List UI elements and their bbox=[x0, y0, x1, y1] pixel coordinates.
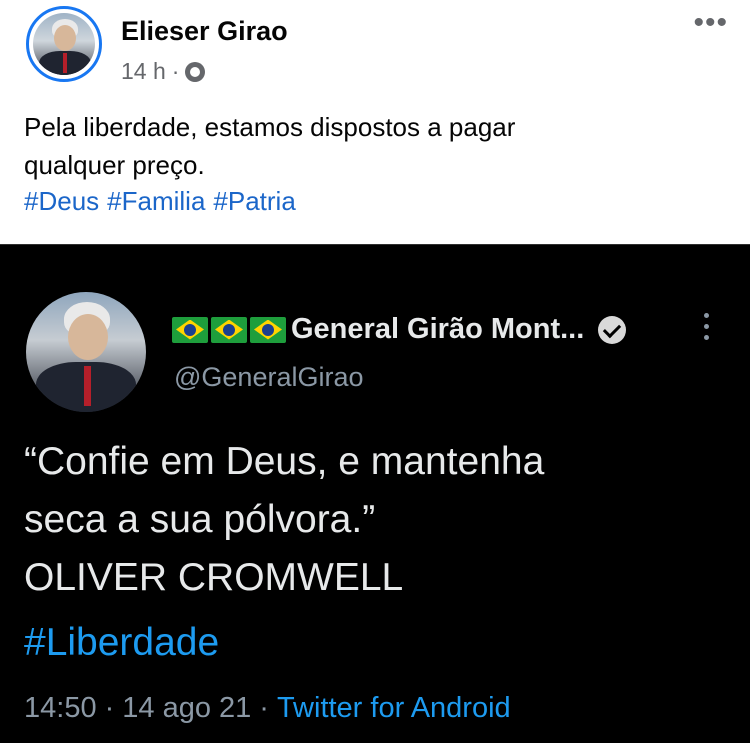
brazil-flag-icon bbox=[250, 316, 286, 343]
brazil-flag-icon bbox=[172, 316, 208, 343]
post-text: Pela liberdade, estamos dispostos a paga… bbox=[24, 108, 714, 184]
brazil-flag-icon bbox=[211, 316, 247, 343]
tweet-text-line: OLIVER CROMWELL bbox=[24, 556, 404, 599]
avatar-face bbox=[54, 25, 76, 51]
avatar-face bbox=[68, 314, 108, 360]
post-hashtags: #Deus #Familia #Patria bbox=[24, 186, 296, 217]
meta-separator: · bbox=[171, 58, 180, 84]
tweet-display-name: General Girão Mont... bbox=[291, 313, 585, 345]
post-time[interactable]: 14 h bbox=[121, 58, 166, 85]
hashtag-link[interactable]: #Deus bbox=[24, 186, 99, 217]
post-meta: 14 h · bbox=[121, 58, 206, 85]
globe-icon bbox=[185, 61, 206, 82]
verified-badge-icon bbox=[598, 315, 627, 344]
avatar-photo bbox=[33, 13, 95, 75]
tweet-more-icon bbox=[700, 313, 712, 340]
tweet-handle: @GeneralGirao bbox=[174, 362, 364, 392]
more-options-icon[interactable]: ••• bbox=[693, 6, 728, 40]
post-text-line: qualquer preço. bbox=[24, 150, 205, 180]
tweet-date: 14 ago 21 bbox=[122, 692, 252, 724]
tweet-text-line: seca a sua pólvora.” bbox=[24, 498, 376, 541]
tweet-source: Twitter for Android bbox=[276, 692, 511, 724]
hashtag-link[interactable]: #Patria bbox=[213, 186, 295, 217]
meta-separator: · bbox=[104, 692, 115, 724]
meta-separator: · bbox=[259, 692, 269, 724]
tweet-author-avatar bbox=[26, 292, 146, 412]
avatar-ribbon bbox=[63, 53, 67, 73]
tweet-hashtag: #Liberdade bbox=[24, 621, 220, 664]
author-avatar[interactable] bbox=[26, 6, 102, 82]
tweet-meta: 14:50 · 14 ago 21 · Twitter for Android bbox=[24, 692, 511, 725]
tweet-text: “Confie em Deus, e mantenha seca a sua p… bbox=[24, 433, 724, 607]
tweet-name-row: General Girão Mont... bbox=[172, 313, 627, 346]
post-text-line: Pela liberdade, estamos dispostos a paga… bbox=[24, 112, 516, 142]
facebook-post: Elieser Girao 14 h · ••• Pela liberdade,… bbox=[0, 0, 750, 244]
tweet-text-line: “Confie em Deus, e mantenha bbox=[24, 440, 545, 483]
tweet-screenshot[interactable]: General Girão Mont... @GeneralGirao “Con… bbox=[0, 244, 750, 743]
hashtag-link[interactable]: #Familia bbox=[107, 186, 205, 217]
author-name[interactable]: Elieser Girao bbox=[121, 16, 288, 47]
tweet-time: 14:50 bbox=[24, 692, 97, 724]
avatar-ribbon bbox=[84, 366, 91, 406]
